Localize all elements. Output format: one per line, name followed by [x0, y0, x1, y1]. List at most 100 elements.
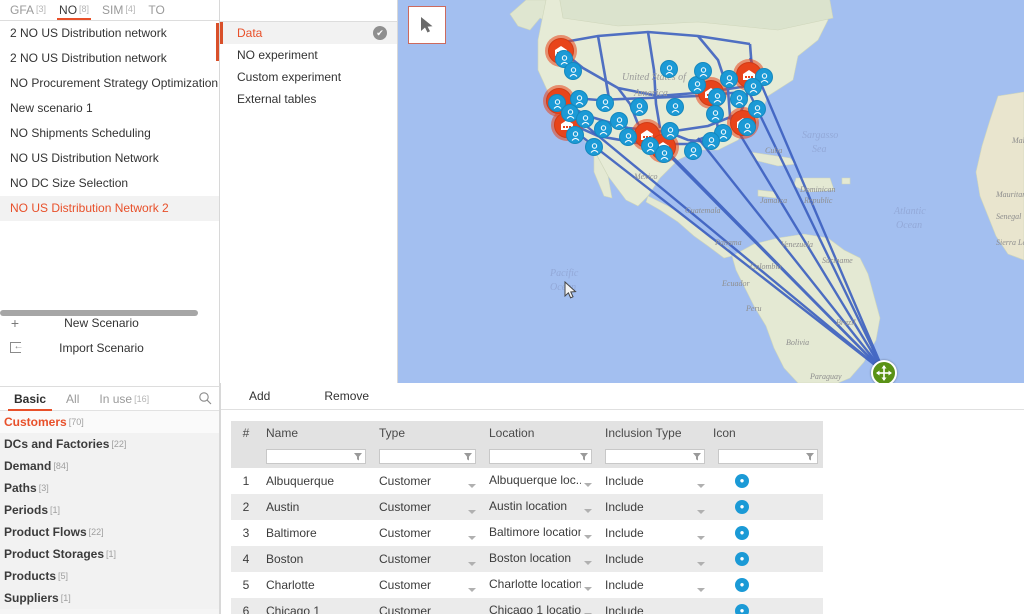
- tab-to[interactable]: TO: [144, 3, 173, 20]
- map-marker-customer[interactable]: [630, 98, 648, 116]
- scenario-item[interactable]: 2 NO US Distribution network: [0, 46, 219, 71]
- cell-name[interactable]: Austin: [261, 500, 374, 514]
- cell-icon[interactable]: ●: [713, 604, 823, 614]
- column-header-location[interactable]: Location: [484, 426, 600, 440]
- cell-inclusion[interactable]: Include: [600, 474, 713, 488]
- tab-sim[interactable]: SIM[4]: [98, 2, 144, 20]
- map-marker-customer[interactable]: [744, 78, 762, 96]
- table-row[interactable]: 1 Albuquerque Customer Albuquerque loc..…: [231, 468, 823, 494]
- map-marker-customer[interactable]: [720, 70, 738, 88]
- map-marker-move-handle[interactable]: [871, 360, 897, 383]
- select-tool-button[interactable]: [408, 6, 446, 44]
- data-item-custom-experiment[interactable]: Custom experiment: [220, 66, 397, 88]
- cell-name[interactable]: Baltimore: [261, 526, 374, 540]
- cell-location[interactable]: Baltimore location: [484, 525, 600, 542]
- cell-icon[interactable]: ●: [713, 474, 823, 489]
- entity-item-customers[interactable]: Customers[70]: [0, 411, 219, 433]
- entity-item-demand[interactable]: Demand[84]: [0, 455, 219, 477]
- cell-location[interactable]: Boston location: [484, 551, 600, 568]
- chevron-down-icon[interactable]: [584, 535, 592, 539]
- chevron-down-icon[interactable]: [468, 588, 476, 592]
- cell-location[interactable]: Charlotte location: [484, 577, 600, 594]
- cell-icon[interactable]: ●: [713, 526, 823, 541]
- entity-item-products[interactable]: Products[5]: [0, 565, 219, 587]
- map-marker-customer[interactable]: [738, 118, 756, 136]
- column-header-name[interactable]: Name: [261, 426, 374, 440]
- map-marker-customer[interactable]: [576, 110, 594, 128]
- entity-item-product-storages[interactable]: Product Storages[1]: [0, 543, 219, 565]
- chevron-down-icon[interactable]: [697, 510, 705, 514]
- cell-location[interactable]: Austin location: [484, 499, 600, 516]
- cell-name[interactable]: Charlotte: [261, 578, 374, 592]
- cell-name[interactable]: Chicago 1: [261, 604, 374, 614]
- chevron-down-icon[interactable]: [584, 483, 592, 487]
- map-marker-customer[interactable]: [619, 128, 637, 146]
- chevron-down-icon[interactable]: [697, 562, 705, 566]
- cell-inclusion[interactable]: Include: [600, 578, 713, 592]
- map-viewport[interactable]: United States of America Mexico Cuba Jam…: [398, 0, 1024, 383]
- cell-inclusion[interactable]: Include: [600, 552, 713, 566]
- table-row[interactable]: 3 Baltimore Customer Baltimore location …: [231, 520, 823, 546]
- search-icon[interactable]: [198, 391, 213, 406]
- chevron-down-icon[interactable]: [584, 561, 592, 565]
- cell-name[interactable]: Boston: [261, 552, 374, 566]
- scenario-vertical-scrollbar[interactable]: [216, 23, 219, 61]
- cell-type[interactable]: Customer: [374, 552, 484, 566]
- add-button[interactable]: Add: [249, 389, 270, 403]
- chevron-down-icon[interactable]: [468, 484, 476, 488]
- entity-item-suppliers[interactable]: Suppliers[1]: [0, 587, 219, 609]
- map-marker-customer[interactable]: [706, 105, 724, 123]
- chevron-down-icon[interactable]: [584, 587, 592, 591]
- cell-location[interactable]: Albuquerque loc..: [484, 473, 600, 490]
- cell-type[interactable]: Customer: [374, 526, 484, 540]
- chevron-down-icon[interactable]: [697, 484, 705, 488]
- scenario-item[interactable]: New scenario 1: [0, 96, 219, 121]
- cell-inclusion[interactable]: Include: [600, 604, 713, 614]
- map-marker-customer[interactable]: [660, 60, 678, 78]
- chevron-down-icon[interactable]: [584, 509, 592, 513]
- scenario-item[interactable]: NO Procurement Strategy Optimization: [0, 71, 219, 96]
- cell-inclusion[interactable]: Include: [600, 500, 713, 514]
- scenario-item[interactable]: NO DC Size Selection: [0, 171, 219, 196]
- map-marker-customer[interactable]: [684, 142, 702, 160]
- tab-all[interactable]: All: [56, 387, 89, 411]
- import-scenario-button[interactable]: Import Scenario: [0, 335, 219, 360]
- data-item-external-tables[interactable]: External tables: [220, 88, 397, 110]
- column-header-inclusion-type[interactable]: Inclusion Type: [600, 426, 713, 440]
- tab-basic[interactable]: Basic: [4, 387, 56, 411]
- map-marker-customer[interactable]: [566, 126, 584, 144]
- cell-name[interactable]: Albuquerque: [261, 474, 374, 488]
- tab-in-use[interactable]: In use[16]: [89, 387, 159, 411]
- map-marker-customer[interactable]: [666, 98, 684, 116]
- cell-type[interactable]: Customer: [374, 578, 484, 592]
- chevron-down-icon[interactable]: [468, 510, 476, 514]
- column-header-number[interactable]: #: [231, 426, 261, 440]
- chevron-down-icon[interactable]: [468, 562, 476, 566]
- table-row[interactable]: 6 Chicago 1 Customer Chicago 1 location …: [231, 598, 823, 614]
- tab-no[interactable]: NO[8]: [55, 2, 98, 20]
- data-item-data[interactable]: Data ✔: [220, 22, 397, 44]
- map-marker-customer[interactable]: [564, 62, 582, 80]
- map-marker-customer[interactable]: [655, 145, 673, 163]
- scenario-item-selected[interactable]: NO US Distribution Network 2: [0, 196, 219, 221]
- scenario-item[interactable]: NO Shipments Scheduling: [0, 121, 219, 146]
- entity-item-paths[interactable]: Paths[3]: [0, 477, 219, 499]
- filter-input-type[interactable]: [379, 449, 476, 464]
- cell-type[interactable]: Customer: [374, 604, 484, 614]
- column-header-icon[interactable]: Icon: [713, 426, 823, 440]
- cell-icon[interactable]: ●: [713, 578, 823, 593]
- map-marker-customer[interactable]: [610, 112, 628, 130]
- column-header-type[interactable]: Type: [374, 426, 484, 440]
- cell-type[interactable]: Customer: [374, 500, 484, 514]
- map-marker-customer[interactable]: [694, 62, 712, 80]
- new-scenario-button[interactable]: + New Scenario: [0, 310, 219, 335]
- map-marker-customer[interactable]: [708, 88, 726, 106]
- cell-icon[interactable]: ●: [713, 500, 823, 515]
- filter-input-name[interactable]: [266, 449, 366, 464]
- chevron-down-icon[interactable]: [697, 588, 705, 592]
- entity-item-periods[interactable]: Periods[1]: [0, 499, 219, 521]
- scenario-item[interactable]: NO US Distribution Network: [0, 146, 219, 171]
- filter-input-location[interactable]: [489, 449, 592, 464]
- remove-button[interactable]: Remove: [324, 389, 369, 403]
- table-row[interactable]: 5 Charlotte Customer Charlotte location …: [231, 572, 823, 598]
